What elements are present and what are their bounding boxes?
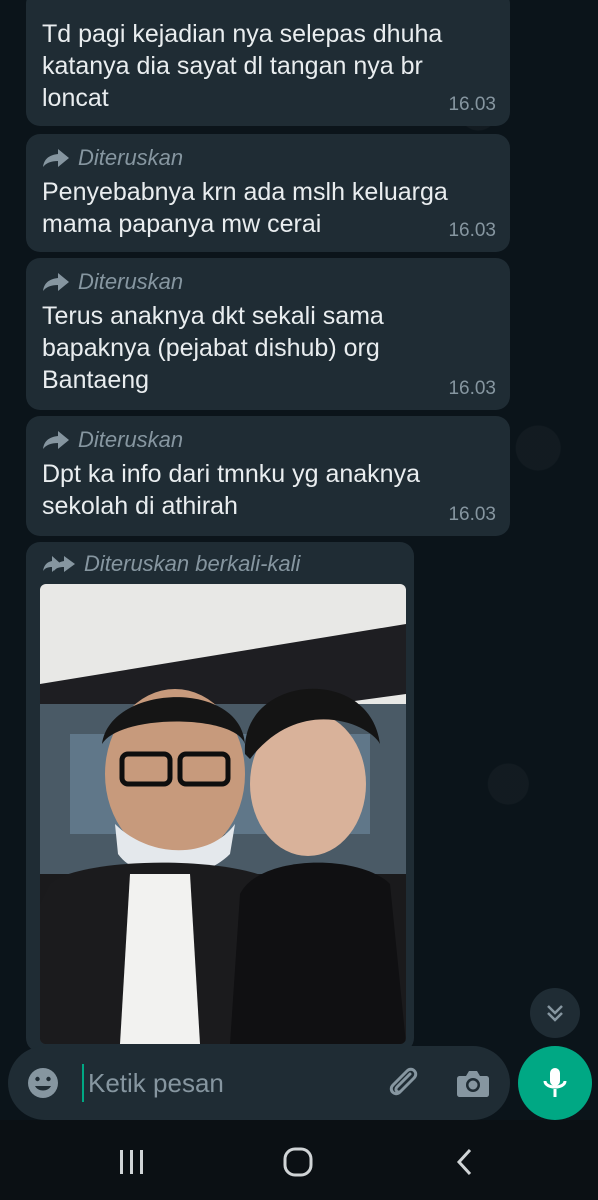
message-bubble[interactable]: Diteruskan Penyebabnya krn ada mslh kelu… bbox=[26, 134, 510, 252]
forwarded-text: Diteruskan bbox=[78, 145, 184, 170]
message-bubble[interactable]: Td pagi kejadian nya selepas dhuha katan… bbox=[26, 0, 510, 126]
double-forward-arrow-icon bbox=[43, 556, 75, 572]
message-text: Terus anaknya dkt sekali sama bapaknya (… bbox=[42, 302, 384, 394]
photo-image[interactable] bbox=[40, 584, 406, 1044]
photo-illustration bbox=[40, 584, 406, 1044]
chevron-double-down-icon bbox=[547, 1005, 563, 1022]
camera-icon[interactable] bbox=[454, 1064, 492, 1102]
forward-arrow-icon bbox=[43, 273, 69, 291]
microphone-icon bbox=[543, 1068, 567, 1097]
forward-arrow-icon bbox=[43, 149, 69, 167]
forwarded-text: Diteruskan berkali-kali bbox=[84, 551, 301, 576]
message-input[interactable] bbox=[82, 1064, 378, 1102]
system-navigation-bar bbox=[0, 1124, 598, 1200]
home-icon[interactable] bbox=[278, 1144, 318, 1180]
message-bubble[interactable]: Diteruskan Terus anaknya dkt sekali sama… bbox=[26, 258, 510, 410]
back-icon[interactable] bbox=[446, 1144, 486, 1180]
recent-apps-icon[interactable] bbox=[112, 1144, 152, 1180]
scroll-to-bottom-button[interactable] bbox=[530, 988, 580, 1038]
message-bubble[interactable]: Diteruskan Dpt ka info dari tmnku yg ana… bbox=[26, 416, 510, 536]
message-time: 16.03 bbox=[448, 94, 496, 115]
photo-message-bubble[interactable]: Diteruskan berkali-kali bbox=[26, 542, 414, 1052]
forwarded-label: Diteruskan bbox=[42, 268, 494, 296]
emoji-icon[interactable] bbox=[26, 1066, 60, 1100]
voice-message-button[interactable] bbox=[518, 1046, 592, 1120]
forwarded-text: Diteruskan bbox=[78, 269, 184, 294]
forwarded-label: Diteruskan bbox=[42, 144, 494, 172]
message-time: 16.03 bbox=[448, 378, 496, 399]
message-time: 16.03 bbox=[448, 220, 496, 241]
message-text: Td pagi kejadian nya selepas dhuha katan… bbox=[42, 20, 443, 112]
forwarded-label: Diteruskan berkali-kali bbox=[36, 550, 404, 578]
forward-arrow-icon bbox=[43, 431, 69, 449]
message-composer bbox=[8, 1046, 510, 1120]
message-time: 16.03 bbox=[448, 504, 496, 525]
paperclip-icon[interactable] bbox=[384, 1064, 422, 1102]
message-text: Dpt ka info dari tmnku yg anaknya sekola… bbox=[42, 460, 420, 520]
forwarded-text: Diteruskan bbox=[78, 427, 184, 452]
forwarded-label: Diteruskan bbox=[42, 426, 494, 454]
message-text: Penyebabnya krn ada mslh keluarga mama p… bbox=[42, 178, 448, 238]
